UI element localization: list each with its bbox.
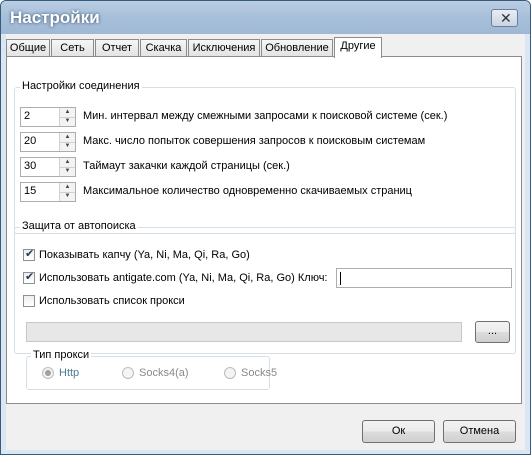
tab-network[interactable]: Сеть — [51, 39, 94, 57]
browse-proxy-button[interactable]: ... — [475, 321, 510, 343]
settings-dialog: Настройки ✕ Общие Сеть Отчет Скачка Искл… — [0, 0, 531, 455]
ok-button[interactable]: Ок — [362, 420, 435, 443]
max-attempts-label: Макс. число попыток совершения запросов … — [83, 135, 426, 147]
dialog-body: Общие Сеть Отчет Скачка Исключения Обнов… — [6, 34, 525, 450]
tab-panel-other: Настройки соединения 2 ▲ ▼ Мин. интервал … — [6, 56, 522, 404]
spinner-value: 2 — [24, 110, 31, 122]
close-icon: ✕ — [500, 10, 512, 26]
cancel-button[interactable]: Отмена — [443, 420, 516, 443]
tab-strip: Общие Сеть Отчет Скачка Исключения Обнов… — [6, 37, 525, 58]
tab-exclusions[interactable]: Исключения — [188, 39, 260, 57]
spinner-value: 30 — [24, 160, 37, 172]
use-antigate-checkbox[interactable]: ✔ — [23, 271, 35, 284]
spin-down-icon[interactable]: ▼ — [60, 167, 75, 176]
spin-down-icon[interactable]: ▼ — [60, 192, 75, 201]
check-icon: ✔ — [25, 271, 35, 283]
min-interval-spinner[interactable]: 2 ▲ ▼ — [20, 107, 76, 127]
close-button[interactable]: ✕ — [491, 9, 518, 27]
proxy-type-socks4-label: Socks4(a) — [139, 367, 189, 379]
title-bar[interactable]: Настройки ✕ — [1, 1, 530, 34]
max-concurrent-label: Максимальное количество одновременно ска… — [83, 185, 412, 197]
proxy-type-socks4-radio[interactable] — [122, 367, 134, 379]
show-captcha-checkbox[interactable]: ✔ — [23, 248, 35, 261]
spin-down-icon[interactable]: ▼ — [60, 117, 75, 126]
check-icon: ✔ — [25, 248, 35, 260]
spinner-value: 15 — [24, 185, 37, 197]
tab-download[interactable]: Скачка — [140, 39, 187, 57]
use-proxy-list-checkbox[interactable] — [23, 295, 35, 307]
tab-other[interactable]: Другие — [334, 37, 382, 58]
proxy-type-socks5-label: Socks5 — [241, 367, 278, 379]
proxy-type-socks5-radio[interactable] — [224, 367, 236, 379]
tab-report[interactable]: Отчет — [95, 39, 139, 57]
spinner-value: 20 — [24, 135, 37, 147]
proxy-type-http-radio[interactable] — [42, 367, 54, 379]
use-proxy-list-label: Использовать список прокси — [39, 295, 185, 307]
spin-down-icon[interactable]: ▼ — [60, 142, 75, 151]
show-captcha-label: Показывать капчу (Ya, Ni, Ma, Qi, Ra, Go… — [39, 249, 250, 261]
max-attempts-spinner[interactable]: 20 ▲ ▼ — [20, 132, 76, 152]
tab-general[interactable]: Общие — [6, 39, 50, 57]
proxy-list-path-input[interactable] — [26, 322, 462, 342]
use-antigate-label: Использовать antigate.com (Ya, Ni, Ma, Q… — [39, 272, 328, 284]
proxy-type-http-label: Http — [59, 367, 80, 379]
proxy-type-title: Тип прокси — [31, 349, 92, 361]
protection-title: Защита от автопоиска — [20, 220, 138, 232]
antigate-key-input[interactable] — [336, 268, 512, 288]
min-interval-label: Мин. интервал между смежными запросами к… — [83, 110, 448, 122]
page-timeout-spinner[interactable]: 30 ▲ ▼ — [20, 157, 76, 177]
connection-settings-title: Настройки соединения — [20, 80, 142, 92]
window-title: Настройки — [10, 8, 100, 27]
tab-updates[interactable]: Обновление — [261, 39, 333, 57]
page-timeout-label: Таймаут закачки каждой страницы (сек.) — [83, 160, 290, 172]
max-concurrent-spinner[interactable]: 15 ▲ ▼ — [20, 182, 76, 202]
